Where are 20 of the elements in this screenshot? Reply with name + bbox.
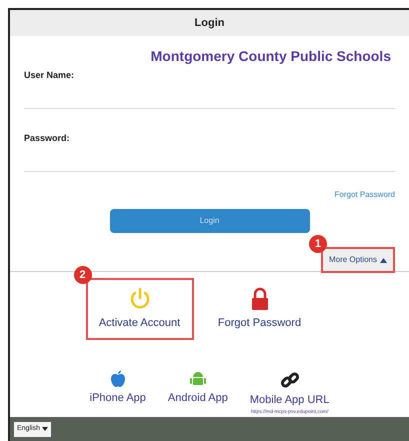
chevron-up-icon: [380, 258, 387, 262]
school-heading: Montgomery County Public Schools: [150, 47, 391, 66]
power-icon: [128, 286, 150, 311]
app-link[interactable]: Mobile App URL: [250, 392, 330, 408]
app-link[interactable]: Android App: [168, 390, 228, 406]
link-icon: [280, 370, 300, 390]
option-button[interactable]: Forgot Password: [206, 278, 314, 340]
more-options-button[interactable]: More Options: [320, 247, 395, 273]
lock-icon: [250, 286, 270, 311]
field-label: Password:: [24, 132, 71, 145]
caret-icon: [42, 427, 48, 431]
window-title: Login: [194, 16, 224, 31]
apple-icon: [110, 370, 126, 388]
android-icon: [188, 370, 207, 388]
app-link[interactable]: iPhone App: [90, 390, 146, 406]
callout-badge: 1: [308, 235, 327, 253]
field-label: User Name:: [24, 69, 76, 82]
option-button[interactable]: Activate Account: [86, 278, 194, 340]
forgot-password-link[interactable]: Forgot Password: [334, 189, 395, 201]
callout-badge: 2: [74, 266, 92, 284]
